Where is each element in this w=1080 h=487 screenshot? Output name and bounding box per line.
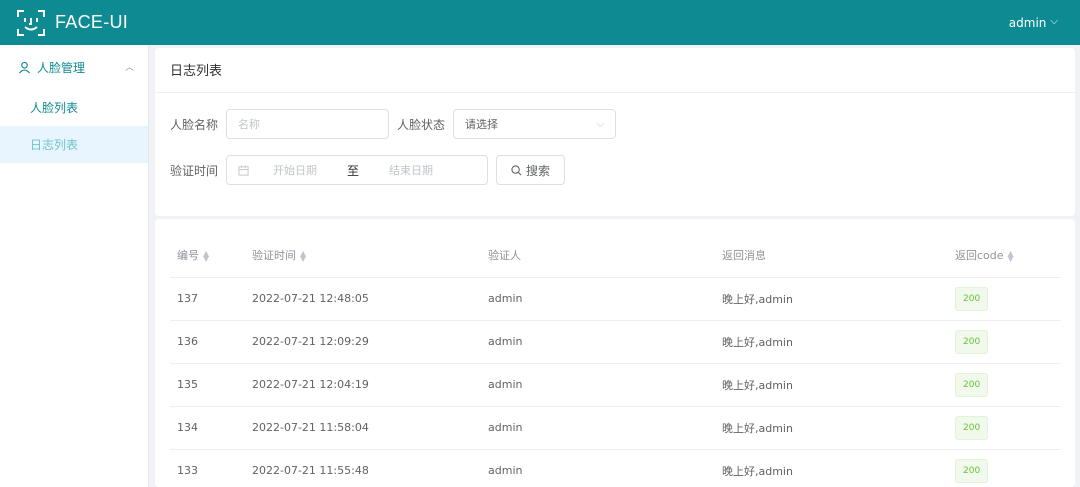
- face-status-select[interactable]: 请选择 ⌵: [453, 109, 617, 139]
- cell-id: 135: [170, 363, 245, 407]
- filter-row-2: 验证时间 开始日期 至 结束日期 搜索: [170, 155, 566, 185]
- cell-id: 136: [170, 320, 245, 364]
- cell-user: admin: [481, 363, 715, 407]
- face-name-placeholder: 名称: [238, 118, 261, 131]
- column-header-time[interactable]: 验证时间 ▲ ▼: [245, 234, 481, 278]
- end-date-placeholder: 结束日期: [389, 164, 434, 177]
- cell-user: admin: [481, 277, 715, 321]
- sidebar-item-face-list[interactable]: 人脸列表: [0, 89, 148, 126]
- status-badge: 200: [955, 329, 989, 354]
- table-row: 133 2022-07-21 11:55:48 admin 晚上好,admin …: [170, 449, 1061, 487]
- page-title: 日志列表: [155, 48, 1075, 93]
- log-table: 编号 ▲ ▼ 验证时间 ▲ ▼ 验证人 返回消息 返回code ▲ ▼ 137 2022-0…: [170, 234, 1061, 487]
- sidebar: 人脸管理 ︿ 人脸列表 日志列表: [0, 45, 149, 487]
- cell-code: 200: [948, 406, 1061, 450]
- table-row: 136 2022-07-21 12:09:29 admin 晚上好,admin …: [170, 320, 1061, 364]
- menu-group-label: 人脸管理: [37, 60, 86, 75]
- sidebar-item-label: 人脸列表: [30, 101, 79, 115]
- menu-group-face-management[interactable]: 人脸管理 ︿: [0, 45, 148, 89]
- sort-icon[interactable]: ▲ ▼: [300, 250, 306, 263]
- face-name-input[interactable]: 名称: [226, 109, 390, 139]
- sidebar-item-log-list[interactable]: 日志列表: [0, 126, 148, 163]
- user-icon: [18, 61, 31, 74]
- cell-time: 2022-07-21 12:04:19: [245, 363, 481, 407]
- search-button[interactable]: 搜索: [496, 155, 566, 185]
- cell-user: admin: [481, 320, 715, 364]
- filter-row-1: 人脸名称 名称 人脸状态 请选择 ⌵: [170, 109, 617, 139]
- sort-icon[interactable]: ▲ ▼: [203, 250, 209, 263]
- table-row: 137 2022-07-21 12:48:05 admin 晚上好,admin …: [170, 277, 1061, 321]
- user-menu[interactable]: admin ⌵: [1009, 16, 1058, 30]
- date-range-picker[interactable]: 开始日期 至 结束日期: [226, 155, 489, 185]
- chevron-down-icon: ⌵: [1050, 16, 1058, 27]
- app-title: FACE-UI: [55, 12, 129, 32]
- cell-time: 2022-07-21 12:48:05: [245, 277, 481, 321]
- log-table-card: 编号 ▲ ▼ 验证时间 ▲ ▼ 验证人 返回消息 返回code ▲ ▼ 137 2022-0…: [155, 219, 1075, 487]
- search-icon: [511, 164, 522, 175]
- username: admin: [1008, 15, 1047, 30]
- top-header: FACE-UI admin ⌵: [0, 0, 1080, 45]
- cell-time: 2022-07-21 12:09:29: [245, 320, 481, 364]
- cell-id: 137: [170, 277, 245, 321]
- sidebar-item-label: 日志列表: [30, 138, 79, 152]
- cell-message: 晚上好,admin: [715, 449, 948, 487]
- cell-id: 134: [170, 406, 245, 450]
- chevron-up-icon: ︿: [124, 63, 134, 73]
- face-scan-logo-icon: [17, 9, 45, 36]
- cell-code: 200: [948, 449, 1061, 487]
- cell-message: 晚上好,admin: [715, 363, 948, 407]
- cell-time: 2022-07-21 11:55:48: [245, 449, 481, 487]
- filter-card: 日志列表 人脸名称 名称 人脸状态 请选择 ⌵ 验证时间 开始日期 至 结束日期…: [155, 48, 1075, 216]
- cell-message: 晚上好,admin: [715, 277, 948, 321]
- cell-code: 200: [948, 320, 1061, 364]
- status-badge: 200: [955, 415, 989, 440]
- brand[interactable]: FACE-UI: [16, 8, 128, 38]
- column-header-id[interactable]: 编号 ▲ ▼: [170, 234, 245, 278]
- table-row: 135 2022-07-21 12:04:19 admin 晚上好,admin …: [170, 363, 1061, 407]
- column-header-code[interactable]: 返回code ▲ ▼: [948, 234, 1061, 278]
- cell-user: admin: [481, 406, 715, 450]
- face-status-label: 人脸状态: [397, 117, 446, 132]
- face-name-label: 人脸名称: [170, 117, 219, 132]
- status-badge: 200: [955, 458, 989, 483]
- range-separator: 至: [347, 163, 360, 178]
- cell-code: 200: [948, 363, 1061, 407]
- column-header-message: 返回消息: [715, 234, 948, 278]
- cell-time: 2022-07-21 11:58:04: [245, 406, 481, 450]
- cell-message: 晚上好,admin: [715, 320, 948, 364]
- table-header-row: 编号 ▲ ▼ 验证时间 ▲ ▼ 验证人 返回消息 返回code ▲ ▼: [170, 234, 1061, 278]
- status-badge: 200: [955, 286, 989, 311]
- chevron-down-icon: ⌵: [596, 118, 605, 130]
- cell-message: 晚上好,admin: [715, 406, 948, 450]
- calendar-icon: [238, 164, 249, 176]
- sort-icon[interactable]: ▲ ▼: [1008, 250, 1014, 263]
- table-row: 134 2022-07-21 11:58:04 admin 晚上好,admin …: [170, 406, 1061, 450]
- cell-code: 200: [948, 277, 1061, 321]
- search-button-label: 搜索: [526, 163, 551, 178]
- verify-time-label: 验证时间: [170, 163, 219, 178]
- status-badge: 200: [955, 372, 989, 397]
- cell-id: 133: [170, 449, 245, 487]
- start-date-placeholder: 开始日期: [273, 164, 318, 177]
- cell-user: admin: [481, 449, 715, 487]
- face-status-value: 请选择: [465, 118, 499, 131]
- column-header-user: 验证人: [481, 234, 715, 278]
